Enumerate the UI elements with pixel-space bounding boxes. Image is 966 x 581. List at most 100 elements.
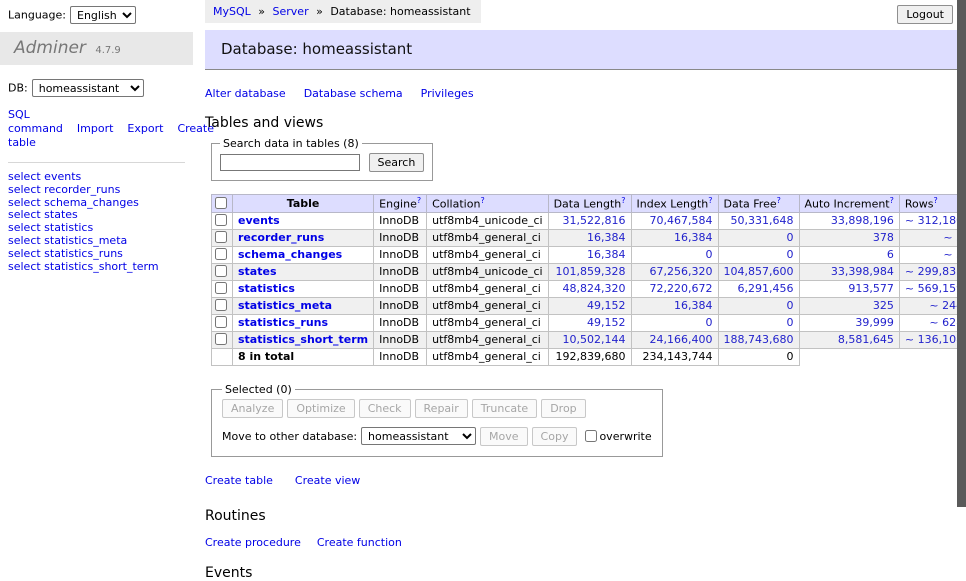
language-select[interactable]: English	[70, 6, 136, 24]
move-db-select[interactable]: homeassistant	[361, 427, 476, 445]
create-link[interactable]: Create table	[205, 474, 273, 487]
column-help-link[interactable]: ?	[621, 196, 625, 205]
column-header: Index Length?	[631, 195, 718, 213]
copy-button[interactable]: Copy	[532, 427, 578, 446]
column-header: Rows?	[899, 195, 966, 213]
sidebar-table-link[interactable]: select statistics_meta	[8, 235, 193, 248]
total-data-length-cell: 192,839,680	[548, 348, 631, 365]
collation-cell: utf8mb4_general_ci	[427, 280, 548, 297]
row-checkbox-cell	[212, 212, 233, 229]
sidebar-table-link[interactable]: select recorder_runs	[8, 184, 193, 197]
column-help-link[interactable]: ?	[933, 196, 937, 205]
sidebar-link[interactable]: SQL command	[8, 108, 63, 135]
breadcrumb-separator: »	[255, 5, 269, 18]
select-all-checkbox[interactable]	[215, 197, 227, 209]
database-action-link[interactable]: Database schema	[304, 87, 403, 100]
breadcrumb-link[interactable]: MySQL	[213, 5, 251, 18]
table-name-cell: statistics_meta	[233, 297, 374, 314]
breadcrumb: MySQL » Server » Database: homeassistant	[205, 0, 481, 23]
create-link[interactable]: Create view	[295, 474, 360, 487]
table-name-link[interactable]: statistics_meta	[238, 299, 332, 312]
move-button[interactable]: Move	[480, 427, 528, 446]
engine-cell: InnoDB	[374, 297, 427, 314]
table-name-link[interactable]: schema_changes	[238, 248, 342, 261]
database-action-link[interactable]: Alter database	[205, 87, 286, 100]
column-header-label: Data Length	[554, 198, 622, 211]
data-length-cell: 49,152	[548, 314, 631, 331]
rows-count-cell: ~ 628	[899, 314, 966, 331]
table-name-cell: statistics_runs	[233, 314, 374, 331]
overwrite-checkbox[interactable]	[585, 430, 597, 442]
repair-button[interactable]: Repair	[415, 399, 468, 418]
data-length-cell: 101,859,328	[548, 263, 631, 280]
table-name-link[interactable]: events	[238, 214, 280, 227]
table-name-link[interactable]: states	[238, 265, 277, 278]
scrollbar-thumb[interactable]	[957, 0, 966, 507]
row-checkbox[interactable]	[215, 231, 227, 243]
search-input[interactable]	[220, 154, 360, 171]
index-length-cell: 16,384	[631, 229, 718, 246]
engine-cell: InnoDB	[374, 331, 427, 348]
column-help-link[interactable]: ?	[890, 196, 894, 205]
collation-cell: utf8mb4_general_ci	[427, 229, 548, 246]
total-engine-cell: InnoDB	[374, 348, 427, 365]
sidebar-table-link[interactable]: select events	[8, 171, 193, 184]
data-length-cell: 16,384	[548, 246, 631, 263]
column-header-label: Index Length	[637, 198, 709, 211]
data-free-cell: 188,743,680	[718, 331, 799, 348]
sidebar-link[interactable]: Import	[77, 122, 114, 135]
routine-create-link[interactable]: Create procedure	[205, 536, 301, 549]
logout-button[interactable]: Logout	[897, 5, 953, 24]
table-name-link[interactable]: statistics_runs	[238, 316, 328, 329]
index-length-cell: 72,220,672	[631, 280, 718, 297]
analyze-button[interactable]: Analyze	[222, 399, 283, 418]
optimize-button[interactable]: Optimize	[287, 399, 354, 418]
row-checkbox[interactable]	[215, 299, 227, 311]
rows-count-cell: ~ 244	[899, 297, 966, 314]
check-button[interactable]: Check	[359, 399, 411, 418]
row-checkbox[interactable]	[215, 265, 227, 277]
sidebar-table-link[interactable]: select statistics_runs	[8, 248, 193, 261]
row-checkbox[interactable]	[215, 282, 227, 294]
table-header-row: TableEngine?Collation?Data Length?Index …	[212, 195, 966, 213]
table-name-link[interactable]: recorder_runs	[238, 231, 324, 244]
data-length-cell: 10,502,144	[548, 331, 631, 348]
table-row: eventsInnoDButf8mb4_unicode_ci31,522,816…	[212, 212, 966, 229]
column-header-label: Table	[287, 197, 320, 210]
table-name-link[interactable]: statistics	[238, 282, 295, 295]
column-help-link[interactable]: ?	[480, 196, 484, 205]
row-checkbox[interactable]	[215, 248, 227, 260]
row-checkbox[interactable]	[215, 316, 227, 328]
row-checkbox-cell	[212, 263, 233, 280]
table-name-cell: statistics_short_term	[233, 331, 374, 348]
row-checkbox[interactable]	[215, 214, 227, 226]
row-checkbox[interactable]	[215, 333, 227, 345]
table-name-cell: statistics	[233, 280, 374, 297]
rows-count-cell: ~ 3	[899, 246, 966, 263]
drop-button[interactable]: Drop	[541, 399, 585, 418]
breadcrumb-link[interactable]: Server	[273, 5, 309, 18]
rows-count-cell: ~ 299,833	[899, 263, 966, 280]
app-title: Adminer 4.7.9	[0, 32, 193, 65]
table-total-row: 8 in totalInnoDButf8mb4_general_ci192,83…	[212, 348, 966, 365]
vertical-scrollbar[interactable]	[957, 0, 966, 543]
total-index-length-cell: 234,143,744	[631, 348, 718, 365]
sidebar-link[interactable]: Export	[127, 122, 163, 135]
truncate-button[interactable]: Truncate	[472, 399, 537, 418]
index-length-cell: 70,467,584	[631, 212, 718, 229]
search-button[interactable]: Search	[369, 153, 425, 172]
column-help-link[interactable]: ?	[708, 196, 712, 205]
column-help-link[interactable]: ?	[777, 196, 781, 205]
sidebar-table-link[interactable]: select statistics_short_term	[8, 261, 193, 274]
table-name-link[interactable]: statistics_short_term	[238, 333, 368, 346]
database-action-link[interactable]: Privileges	[421, 87, 474, 100]
db-select[interactable]: homeassistant	[32, 79, 144, 97]
db-selector-row: DB:homeassistant	[8, 79, 193, 97]
total-label-cell: 8 in total	[233, 348, 374, 365]
app-version: 4.7.9	[95, 45, 120, 56]
auto-increment-cell: 8,581,645	[799, 331, 899, 348]
column-help-link[interactable]: ?	[417, 196, 421, 205]
engine-cell: InnoDB	[374, 229, 427, 246]
routine-create-link[interactable]: Create function	[317, 536, 402, 549]
index-length-cell: 67,256,320	[631, 263, 718, 280]
